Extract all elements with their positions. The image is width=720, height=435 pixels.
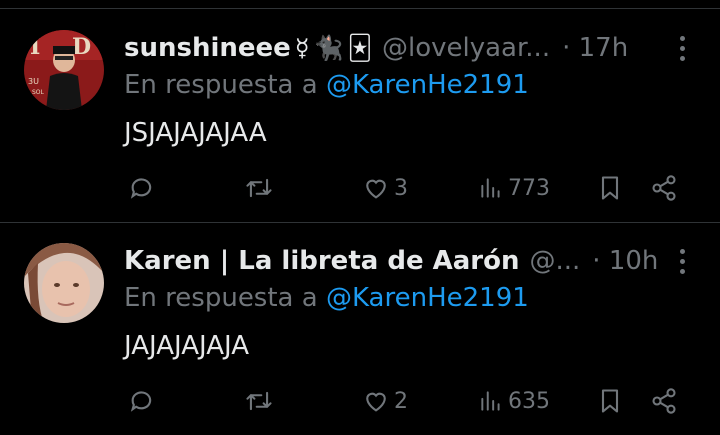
- heart-icon: [366, 392, 386, 412]
- views-button[interactable]: 773: [478, 170, 550, 206]
- svg-text:3U: 3U: [28, 77, 39, 86]
- svg-text:SOL: SOL: [32, 89, 45, 96]
- reply-button[interactable]: [128, 170, 156, 206]
- display-name[interactable]: sunshineee: [124, 33, 291, 63]
- more-icon[interactable]: [668, 30, 696, 66]
- retweet-button[interactable]: [244, 170, 274, 206]
- reply-prefix: En respuesta a: [124, 70, 318, 100]
- action-bar: 3 773: [124, 170, 696, 206]
- timestamp[interactable]: · 10h: [592, 246, 658, 276]
- bookmark-icon: [601, 176, 619, 200]
- tweet-header: Karen | La libreta de Aarón @... · 10h: [124, 243, 696, 279]
- tweet-reply[interactable]: I D 3U SOL sunshineee ☿ 🐈‍⬛ 🃏 @lovelyaar…: [0, 10, 720, 222]
- user-handle[interactable]: @lovelyaar...: [382, 33, 550, 63]
- view-count: 773: [508, 175, 550, 201]
- tweet-reply[interactable]: Karen | La libreta de Aarón @... · 10h E…: [0, 222, 720, 435]
- black-cat-emoji: 🐈‍⬛: [313, 34, 344, 62]
- view-count: 635: [508, 388, 550, 414]
- share-button[interactable]: [650, 170, 678, 206]
- mercury-symbol: ☿: [294, 34, 310, 62]
- joker-card-emoji: 🃏: [347, 34, 372, 62]
- user-handle[interactable]: @...: [530, 246, 581, 276]
- retweet-icon: [246, 391, 272, 411]
- avatar[interactable]: I D 3U SOL: [24, 30, 104, 110]
- tweet-text: JSJAJAJAJAA: [124, 118, 267, 148]
- reply-icon: [130, 391, 152, 412]
- top-divider: [0, 0, 720, 9]
- bookmark-icon: [601, 389, 619, 413]
- timestamp[interactable]: · 17h: [562, 33, 628, 63]
- avatar[interactable]: [24, 243, 104, 323]
- retweet-button[interactable]: [244, 383, 274, 419]
- like-count: 2: [394, 388, 408, 414]
- retweet-icon: [246, 178, 272, 198]
- reply-prefix: En respuesta a: [124, 283, 318, 313]
- like-button[interactable]: 2: [362, 383, 408, 419]
- reply-context: En respuesta a @KarenHe2191: [124, 70, 529, 100]
- tweet-text: JAJAJAJAJA: [124, 331, 249, 361]
- share-icon: [652, 388, 676, 414]
- share-button[interactable]: [650, 383, 678, 419]
- display-name[interactable]: Karen | La libreta de Aarón: [124, 246, 520, 276]
- bookmark-button[interactable]: [596, 383, 624, 419]
- bookmark-button[interactable]: [596, 170, 624, 206]
- views-icon: [481, 391, 500, 411]
- share-icon: [652, 175, 676, 201]
- reply-to-link[interactable]: @KarenHe2191: [326, 70, 529, 100]
- svg-text:I: I: [30, 34, 40, 60]
- reply-to-link[interactable]: @KarenHe2191: [326, 283, 529, 313]
- views-button[interactable]: 635: [478, 383, 550, 419]
- reply-icon: [130, 178, 152, 199]
- tweet-header: sunshineee ☿ 🐈‍⬛ 🃏 @lovelyaar... · 17h: [124, 30, 696, 66]
- like-button[interactable]: 3: [362, 170, 408, 206]
- like-count: 3: [394, 175, 408, 201]
- reply-context: En respuesta a @KarenHe2191: [124, 283, 529, 313]
- more-icon[interactable]: [668, 243, 696, 279]
- heart-icon: [366, 179, 386, 199]
- action-bar: 2 635: [124, 383, 696, 419]
- reply-button[interactable]: [128, 383, 156, 419]
- views-icon: [481, 178, 500, 198]
